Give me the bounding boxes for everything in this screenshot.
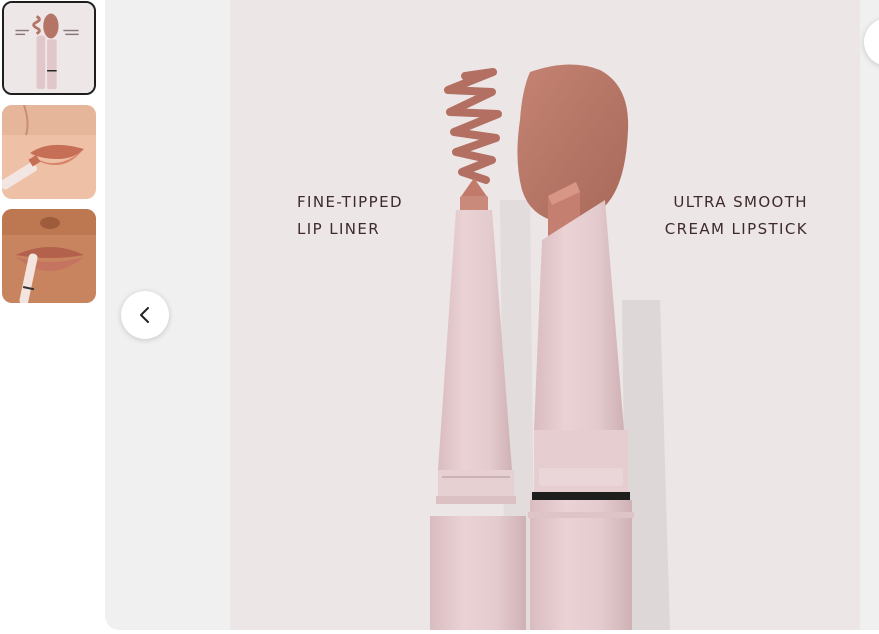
product-photo: FINE-TIPPED LIP LINER ULTRA SMOOTH CREAM… — [230, 0, 860, 630]
thumbnail-model-lipstick[interactable] — [2, 105, 96, 199]
lipstick-caption-line-1: ULTRA SMOOTH — [673, 193, 808, 211]
liner-caption: FINE-TIPPED LIP LINER — [297, 189, 403, 243]
lipstick-caption: ULTRA SMOOTH CREAM LIPSTICK — [665, 189, 808, 243]
thumbnail-model-liner[interactable] — [2, 209, 96, 303]
thumbnail-product-image — [4, 3, 94, 93]
previous-image-button[interactable] — [121, 291, 169, 339]
product-illustration — [430, 64, 670, 630]
main-image-panel: FINE-TIPPED LIP LINER ULTRA SMOOTH CREAM… — [105, 0, 879, 630]
thumbnail-model-lipstick-image — [2, 105, 96, 199]
chevron-left-icon — [140, 307, 149, 323]
lipstick-caption-line-2: CREAM LIPSTICK — [664, 220, 808, 238]
thumbnail-model-liner-image — [2, 209, 96, 303]
liner-caption-line-1: FINE-TIPPED — [297, 193, 403, 211]
thumbnail-product[interactable] — [2, 1, 96, 95]
liner-caption-line-2: LIP LINER — [297, 220, 381, 238]
